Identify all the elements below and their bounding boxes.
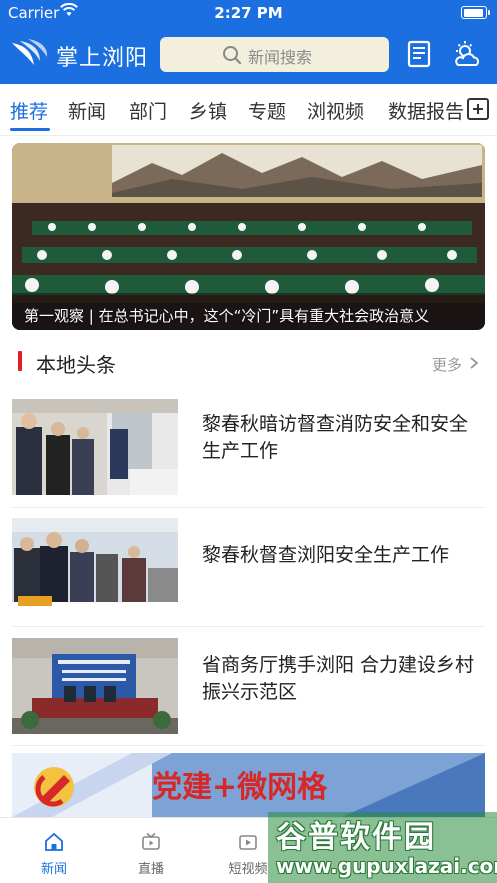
newspaper-icon[interactable] [404,39,434,69]
promo-banner[interactable]: 党建+微网格 [12,753,485,817]
nav-news-label: 新闻 [40,862,67,877]
tab-departments[interactable]: 部门 [129,97,167,124]
news-item[interactable]: 省商务厅携手浏阳 合力建设乡村振兴示范区 [12,638,485,738]
divider [12,626,485,627]
tab-liu-video[interactable]: 浏视频 [307,97,364,124]
status-bar: Carrier 2:27 PM [0,0,497,26]
app-header: Carrier 2:27 PM 掌上浏阳 新闻搜索 [0,0,497,84]
news-title: 黎春秋督查浏阳安全生产工作 [202,544,450,566]
news-title: 省商务厅携手浏阳 合力建设乡村振兴示范区 [202,654,475,703]
video-icon [239,835,257,850]
divider [12,745,485,746]
add-channel-icon[interactable] [467,98,489,120]
news-item[interactable]: 黎春秋暗访督查消防安全和安全生产工作 [12,399,485,499]
app-logo-icon [12,39,48,65]
weather-icon[interactable] [452,39,482,69]
tab-towns[interactable]: 乡镇 [189,97,227,124]
battery-icon [461,6,490,19]
carousel-dot [272,331,279,337]
carousel-dot-active [230,331,243,337]
carousel-dots [0,322,497,341]
nav-news[interactable]: 新闻 [24,818,84,883]
channel-tabs: 推荐 新闻 部门 乡镇 专题 浏视频 数据报告 [0,84,497,136]
carousel-dot [248,331,255,337]
news-thumbnail [12,518,178,614]
search-placeholder: 新闻搜索 [248,48,313,67]
app-title: 掌上浏阳 [56,46,149,71]
tv-icon [142,832,160,850]
nav-live-label: 直播 [137,862,164,877]
nav-live[interactable]: 直播 [121,818,181,883]
tab-data-report[interactable]: 数据报告 [388,97,464,124]
watermark-url: www.gupuxlazai.com [276,854,497,878]
promo-banner-text: 党建+微网格 [152,770,328,805]
active-tab-indicator [10,128,50,131]
tab-topics[interactable]: 专题 [248,97,286,124]
divider [12,507,485,508]
home-icon [45,832,63,851]
news-thumbnail [12,638,178,734]
section-title: 本地头条 [36,353,116,377]
news-thumbnail [12,399,178,495]
carousel-dot [260,331,267,337]
chevron-right-icon[interactable] [468,356,480,370]
search-icon [223,46,242,65]
headline-carousel[interactable] [12,143,485,330]
more-link[interactable]: 更多 [432,354,462,375]
search-input[interactable]: 新闻搜索 [160,37,389,72]
carousel-dot [218,331,225,337]
promo-banner-image: 党建+微网格 [12,753,485,817]
tab-news[interactable]: 新闻 [68,97,106,124]
news-item[interactable]: 黎春秋督查浏阳安全生产工作 [12,518,485,618]
clock: 2:27 PM [214,4,283,22]
watermark-name: 谷普软件园 [276,820,436,855]
section-marker [18,351,22,371]
tab-recommend[interactable]: 推荐 [10,97,48,124]
news-title: 黎春秋暗访督查消防安全和安全生产工作 [202,413,469,462]
banner-image [12,143,485,330]
